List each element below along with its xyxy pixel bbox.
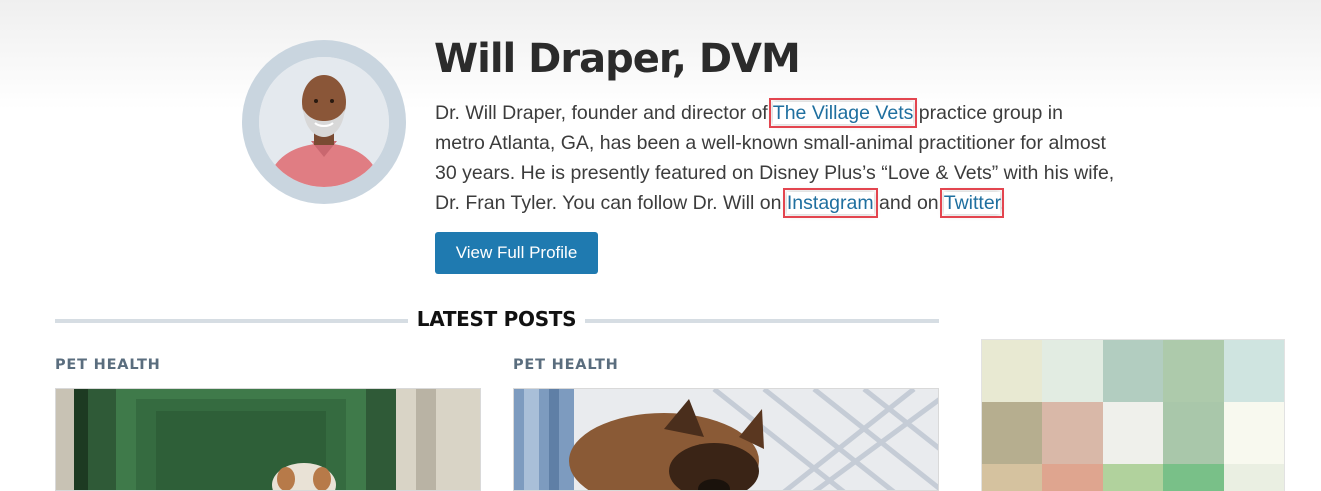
ad-mosaic-cell xyxy=(1223,464,1284,491)
ad-mosaic-placeholder[interactable] xyxy=(981,339,1285,491)
bio-text-4: . xyxy=(1000,192,1006,214)
ad-mosaic-cell xyxy=(1042,340,1103,402)
author-avatar-ring xyxy=(242,40,406,204)
ad-mosaic-cell xyxy=(1163,340,1224,402)
ad-mosaic-cell xyxy=(1163,464,1224,491)
latest-posts-heading: LATEST POSTS xyxy=(416,307,577,331)
ad-mosaic-cell xyxy=(1223,402,1284,464)
section-divider-right xyxy=(585,319,939,323)
author-bio: Dr. Will Draper, founder and director of… xyxy=(435,98,1115,218)
ad-mosaic-cell xyxy=(1042,402,1103,464)
bio-text-3: and on xyxy=(873,192,944,214)
ad-mosaic-cell xyxy=(982,402,1043,464)
view-full-profile-button[interactable]: View Full Profile xyxy=(435,232,598,274)
village-vets-link[interactable]: The Village Vets xyxy=(768,98,918,128)
ad-mosaic-cell xyxy=(982,464,1043,491)
ad-mosaic-cell xyxy=(1102,464,1164,491)
post-thumbnail-dog-doorway[interactable] xyxy=(55,388,481,491)
post-thumbnail-dog-picnic[interactable] xyxy=(513,388,939,491)
ad-mosaic-cell xyxy=(1223,340,1284,402)
ad-mosaic-cell xyxy=(1102,340,1164,402)
author-photo xyxy=(259,57,389,187)
twitter-link[interactable]: Twitter xyxy=(939,188,1005,218)
author-avatar xyxy=(259,57,389,187)
bio-text-1: Dr. Will Draper, founder and director of xyxy=(435,102,773,124)
ad-mosaic-cell xyxy=(982,340,1043,402)
instagram-link[interactable]: Instagram xyxy=(782,188,878,218)
ad-mosaic-cell xyxy=(1042,464,1103,491)
author-name: Will Draper, DVM xyxy=(434,36,801,82)
section-divider-left xyxy=(55,319,408,323)
ad-mosaic-cell xyxy=(1102,402,1164,464)
post-category-link[interactable]: PET HEALTH xyxy=(55,357,161,373)
post-category-link[interactable]: PET HEALTH xyxy=(513,357,619,373)
ad-mosaic-cell xyxy=(1163,402,1224,464)
